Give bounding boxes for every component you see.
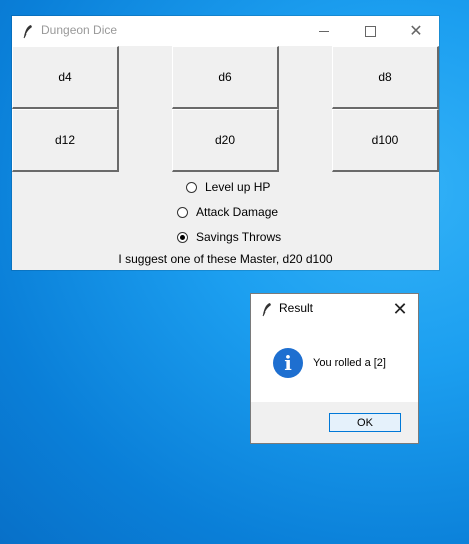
feather-icon xyxy=(262,303,271,317)
dialog-title: Result xyxy=(279,301,314,315)
result-message: You rolled a [2] xyxy=(313,357,386,369)
close-icon: ✕ xyxy=(409,23,423,40)
d100-button[interactable]: d100 xyxy=(332,109,439,172)
dungeon-dice-window: Dungeon Dice ✕ d4 d6 d8 d12 d20 d100 Lev… xyxy=(12,16,439,270)
radio-label: Level up HP xyxy=(205,180,271,194)
radio-attack-damage[interactable]: Attack Damage xyxy=(177,203,278,221)
radio-label: Savings Throws xyxy=(196,230,282,244)
window-title: Dungeon Dice xyxy=(41,23,118,37)
info-icon: i xyxy=(273,348,303,378)
close-icon: ✕ xyxy=(392,298,408,319)
maximize-button[interactable] xyxy=(347,16,393,46)
dialog-body: i You rolled a [2] xyxy=(251,324,418,402)
close-button[interactable]: ✕ xyxy=(393,16,439,46)
radio-level-up-hp[interactable]: Level up HP xyxy=(186,178,270,196)
minimize-button[interactable] xyxy=(301,16,347,46)
d6-button[interactable]: d6 xyxy=(172,46,279,109)
dialog-title-bar[interactable]: Result ✕ xyxy=(251,294,418,324)
result-dialog: Result ✕ i You rolled a [2] OK xyxy=(251,294,418,443)
suggestion-text: I suggest one of these Master, d20 d100 xyxy=(118,252,333,266)
radio-label: Attack Damage xyxy=(196,205,279,219)
maximize-icon xyxy=(364,25,376,37)
feather-icon xyxy=(23,25,32,39)
dialog-close-button[interactable]: ✕ xyxy=(388,298,412,320)
dialog-footer: OK xyxy=(251,402,418,443)
radio-selected-icon[interactable] xyxy=(177,231,188,243)
d8-button[interactable]: d8 xyxy=(332,46,439,109)
radio-circle-icon[interactable] xyxy=(177,206,188,218)
d20-button[interactable]: d20 xyxy=(172,109,279,172)
d12-button[interactable]: d12 xyxy=(12,109,119,172)
radio-circle-icon[interactable] xyxy=(186,181,197,193)
ok-button[interactable]: OK xyxy=(329,413,401,432)
d4-button[interactable]: d4 xyxy=(12,46,119,109)
title-bar[interactable]: Dungeon Dice ✕ xyxy=(12,16,439,46)
radio-savings-throws[interactable]: Savings Throws xyxy=(177,228,281,246)
minimize-icon xyxy=(319,30,329,32)
